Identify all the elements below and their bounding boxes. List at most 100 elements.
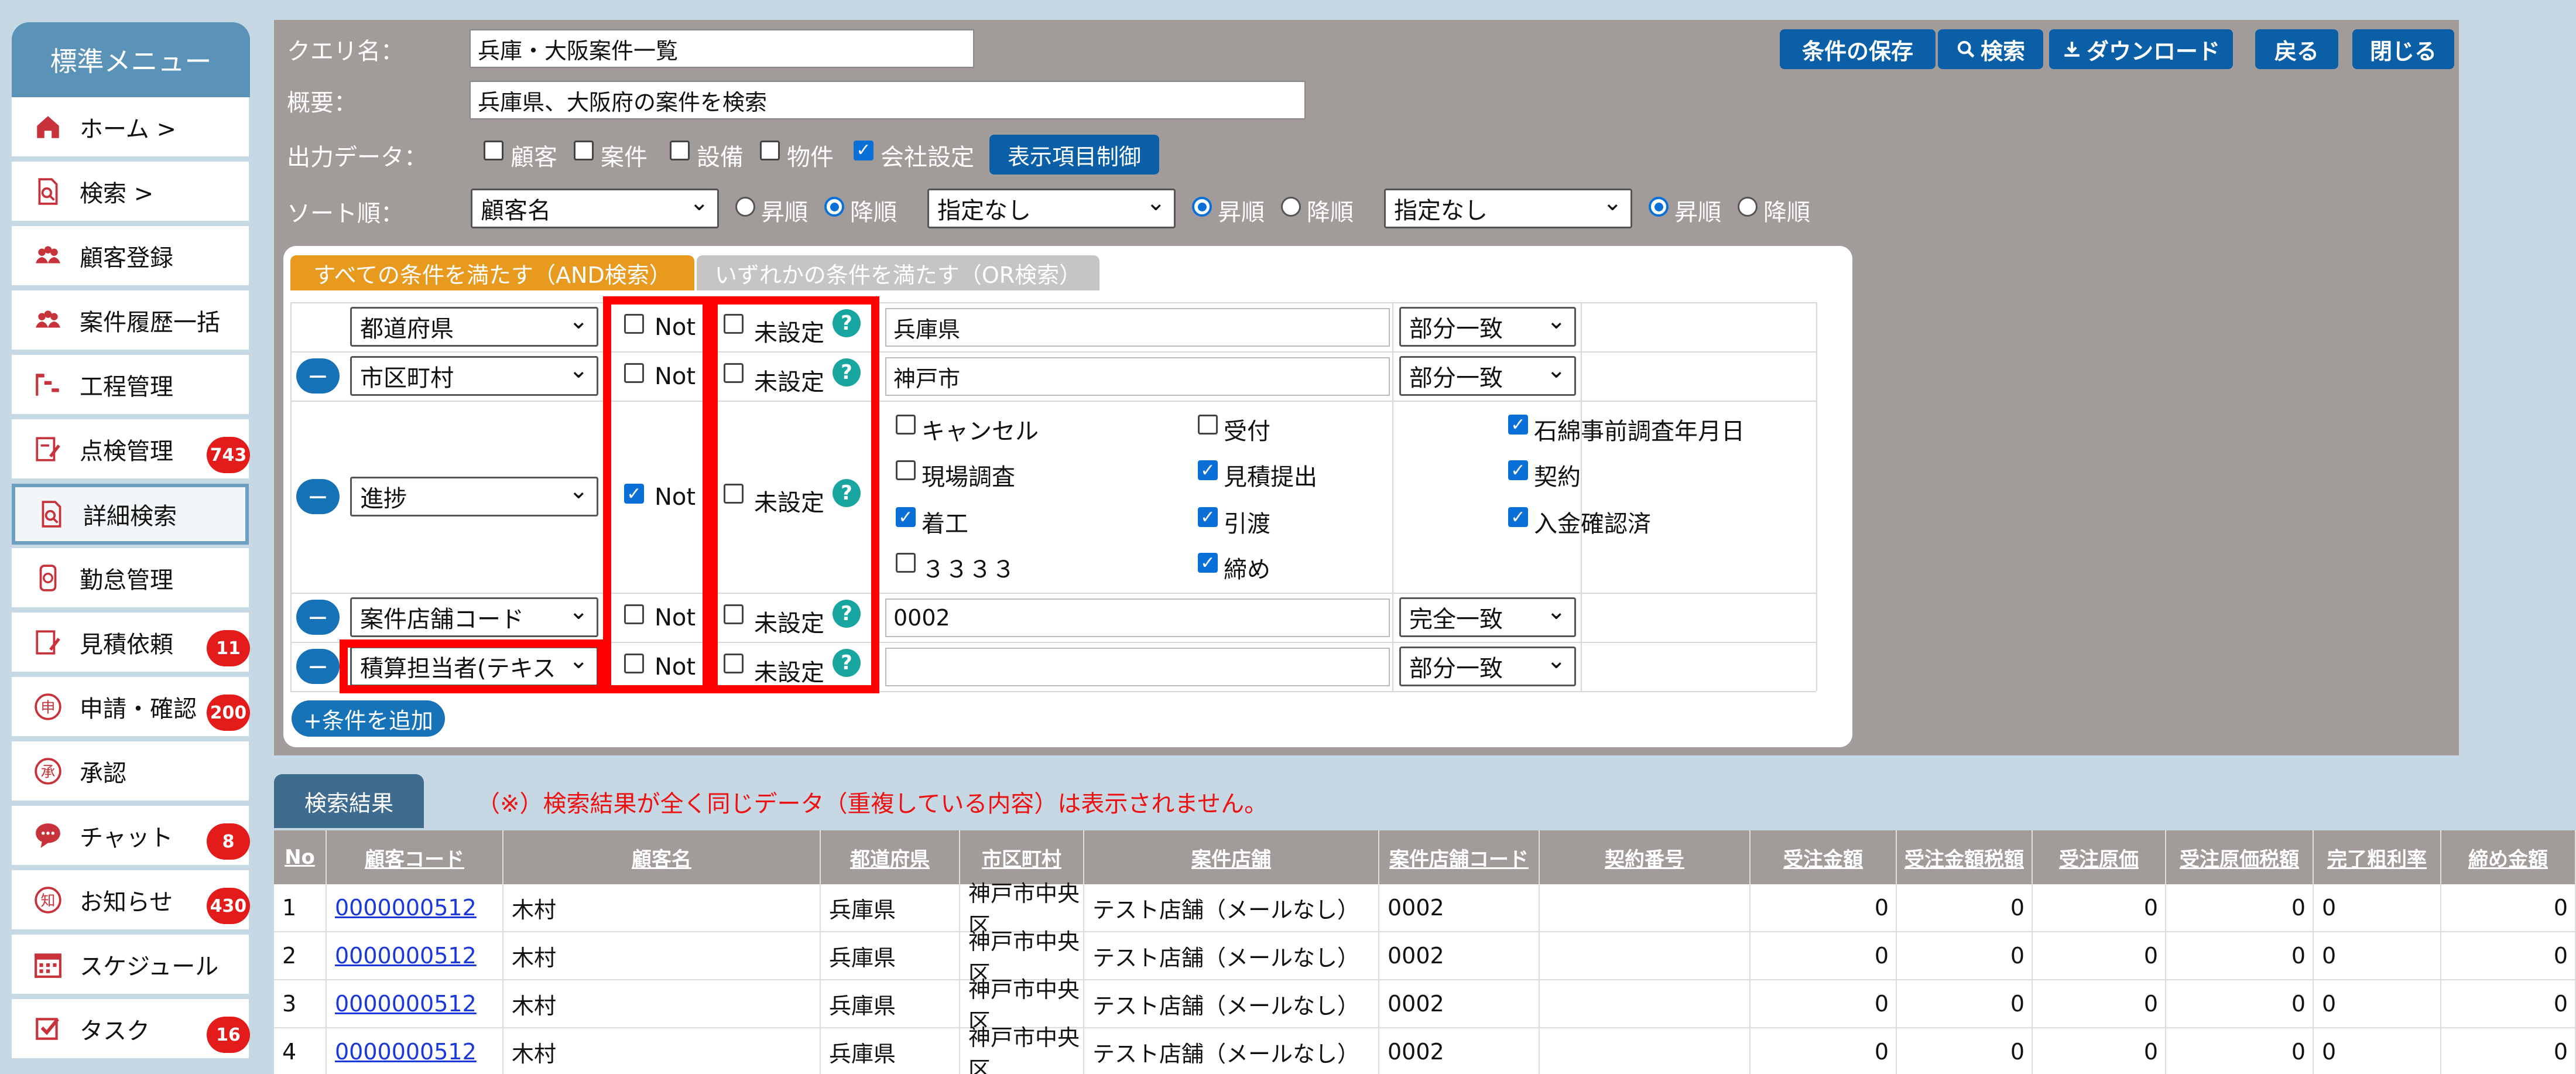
customer-code-link[interactable]: 0000000512 xyxy=(335,943,477,969)
add-condition-button[interactable]: +条件を追加 xyxy=(292,700,445,737)
sidebar-item-2[interactable]: 検索 > xyxy=(12,162,249,223)
progress-checkbox-9[interactable]: ✓ xyxy=(1508,507,1528,528)
match-type-select-4[interactable]: 完全一致 ⌄ xyxy=(1399,597,1576,637)
tab-and-search[interactable]: すべての条件を満たす（AND検索） xyxy=(290,255,694,290)
sort-desc-radio-1[interactable] xyxy=(824,197,844,217)
customer-code-link[interactable]: 0000000512 xyxy=(335,895,477,921)
remove-condition-button[interactable]: − xyxy=(296,358,340,394)
match-type-select-5[interactable]: 部分一致 ⌄ xyxy=(1399,647,1576,686)
sidebar-item-5[interactable]: 工程管理 xyxy=(12,355,249,416)
condition-field-value: 案件店舗コード xyxy=(360,606,524,633)
sidebar-item-4[interactable]: 案件履歴一括 xyxy=(12,290,249,351)
sort-field-select-1[interactable]: 顧客名 ⌄ xyxy=(471,189,719,228)
sidebar-item-14[interactable]: スケジュール xyxy=(12,935,249,996)
condition-value-input-5[interactable] xyxy=(885,648,1390,686)
column-header[interactable]: 契約番号 xyxy=(1540,830,1751,884)
output-checkbox-4[interactable] xyxy=(760,141,780,160)
output-checkbox-1[interactable] xyxy=(484,141,503,160)
condition-field-select-3[interactable]: 進捗 ⌄ xyxy=(350,477,598,517)
tab-or-search[interactable]: いずれかの条件を満たす（OR検索） xyxy=(697,255,1099,290)
sidebar-item-1[interactable]: ホーム > xyxy=(12,97,249,158)
condition-value-input-4[interactable]: 0002 xyxy=(885,598,1390,637)
sort-field-select-2[interactable]: 指定なし ⌄ xyxy=(927,189,1176,228)
progress-checkbox-2[interactable] xyxy=(1198,415,1218,435)
progress-checkbox-10[interactable] xyxy=(896,553,916,573)
column-header[interactable]: No xyxy=(274,830,327,884)
column-header[interactable]: 案件店舗コード xyxy=(1379,830,1540,884)
cell-text: 0 xyxy=(2143,1039,2158,1065)
column-header[interactable]: 受注金額 xyxy=(1751,830,1897,884)
column-header[interactable]: 受注金額税額 xyxy=(1897,830,2033,884)
sidebar-item-6[interactable]: 点検管理 743 xyxy=(12,419,250,480)
query-name-label: クエリ名： xyxy=(287,38,404,65)
table-cell: 0 xyxy=(1751,884,1897,931)
column-header[interactable]: 顧客名 xyxy=(503,830,821,884)
sidebar-item-12[interactable]: チャット 8 xyxy=(12,806,250,867)
progress-checkbox-5[interactable]: ✓ xyxy=(1198,460,1218,481)
display-control-button[interactable]: 表示項目制御 xyxy=(989,135,1159,175)
summary-input[interactable]: 兵庫県、大阪府の案件を検索 xyxy=(470,81,1306,119)
sort-desc-radio-2[interactable] xyxy=(1281,197,1301,217)
condition-value-input-2[interactable]: 神戸市 xyxy=(885,357,1390,396)
progress-checkbox-8[interactable]: ✓ xyxy=(1198,507,1218,528)
progress-checkbox-3[interactable]: ✓ xyxy=(1508,415,1528,435)
customer-code-link[interactable]: 0000000512 xyxy=(335,991,477,1017)
column-header[interactable]: 案件店舗 xyxy=(1084,830,1379,884)
sort-asc-radio-1[interactable] xyxy=(735,197,755,217)
column-header[interactable]: 顧客コード xyxy=(327,830,503,884)
table-cell: 0 xyxy=(1751,932,1897,979)
sort-desc-radio-3[interactable] xyxy=(1738,197,1758,217)
menu-header: 標準メニュー xyxy=(12,22,250,97)
condition-field-select-4[interactable]: 案件店舗コード ⌄ xyxy=(350,597,598,637)
table-cell: 0 xyxy=(2166,980,2314,1027)
output-checkbox-5[interactable]: ✓ xyxy=(854,141,873,160)
cell-text: テスト店舗（メールなし） xyxy=(1092,1041,1360,1067)
column-header[interactable]: 完了粗利率 xyxy=(2314,830,2441,884)
progress-checkbox-4[interactable] xyxy=(896,460,916,480)
column-header[interactable]: 締め金額 xyxy=(2441,830,2576,884)
close-button[interactable]: 閉じる xyxy=(2352,29,2454,69)
column-header[interactable]: 受注原価税額 xyxy=(2166,830,2314,884)
cell-text: 木村 xyxy=(512,1041,557,1067)
sidebar-item-7[interactable]: 詳細検索 xyxy=(12,484,249,545)
sidebar-item-11[interactable]: 承 承認 xyxy=(12,741,249,802)
table-cell: 0 xyxy=(2441,884,2576,931)
sidebar-item-15[interactable]: タスク 16 xyxy=(12,999,250,1060)
output-checkbox-3[interactable] xyxy=(670,141,690,160)
output-checkbox-2[interactable] xyxy=(574,141,594,160)
condition-value-input-1[interactable]: 兵庫県 xyxy=(885,308,1390,347)
query-name-input[interactable]: 兵庫・大阪案件一覧 xyxy=(470,29,974,68)
progress-checkbox-11[interactable]: ✓ xyxy=(1198,553,1218,573)
condition-field-select-2[interactable]: 市区町村 ⌄ xyxy=(350,356,598,396)
sort-asc-radio-2[interactable] xyxy=(1192,197,1212,217)
condition-field-select-1[interactable]: 都道府県 ⌄ xyxy=(350,307,598,347)
sort-field-select-3[interactable]: 指定なし ⌄ xyxy=(1384,189,1632,228)
save-conditions-button[interactable]: 条件の保存 xyxy=(1780,29,1936,69)
match-type-select-2[interactable]: 部分一致 ⌄ xyxy=(1399,356,1576,396)
back-button[interactable]: 戻る xyxy=(2255,29,2338,69)
sidebar-item-3[interactable]: 顧客登録 xyxy=(12,226,249,287)
remove-condition-button[interactable]: − xyxy=(296,649,340,684)
results-tab[interactable]: 検索結果 xyxy=(274,774,424,828)
sidebar-item-10[interactable]: 申 申請・確認 200 xyxy=(12,677,250,738)
sidebar-item-9[interactable]: 見積依頼 11 xyxy=(12,613,250,673)
progress-checkbox-7[interactable]: ✓ xyxy=(896,507,916,528)
table-cell[interactable]: 0000000512 xyxy=(327,980,503,1027)
remove-condition-button[interactable]: − xyxy=(296,600,340,635)
column-header[interactable]: 受注原価 xyxy=(2033,830,2166,884)
progress-checkbox-1[interactable] xyxy=(896,415,916,435)
download-button[interactable]: ダウンロード xyxy=(2049,29,2233,69)
sidebar-item-13[interactable]: 知 お知らせ 430 xyxy=(12,870,250,931)
customer-code-link[interactable]: 0000000512 xyxy=(335,1039,477,1065)
match-type-select-1[interactable]: 部分一致 ⌄ xyxy=(1399,307,1576,347)
column-header[interactable]: 都道府県 xyxy=(821,830,960,884)
progress-checkbox-6[interactable]: ✓ xyxy=(1508,460,1528,481)
table-cell[interactable]: 0000000512 xyxy=(327,884,503,931)
sidebar-item-8[interactable]: 勤怠管理 xyxy=(12,548,249,609)
search-button[interactable]: 検索 xyxy=(1938,29,2043,69)
table-cell[interactable]: 0000000512 xyxy=(327,1028,503,1074)
table-cell[interactable]: 0000000512 xyxy=(327,932,503,979)
remove-condition-button[interactable]: − xyxy=(296,479,340,514)
cell-text: 3 xyxy=(282,991,297,1017)
sort-asc-radio-3[interactable] xyxy=(1649,197,1669,217)
